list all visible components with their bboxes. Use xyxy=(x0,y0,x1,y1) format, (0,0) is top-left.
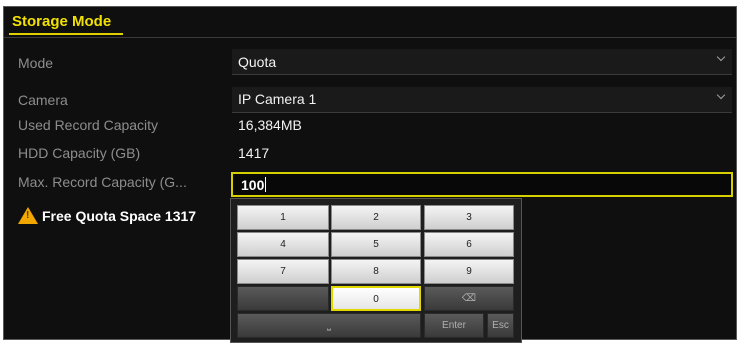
key-6[interactable]: 6 xyxy=(424,232,514,257)
camera-label: Camera xyxy=(18,92,68,108)
camera-dropdown[interactable]: IP Camera 1 xyxy=(232,87,732,113)
mode-label: Mode xyxy=(18,55,54,71)
chevron-down-icon xyxy=(718,54,726,62)
mode-value: Quota xyxy=(238,54,277,70)
backspace-key[interactable]: ⌫ xyxy=(424,286,514,311)
key-4[interactable]: 4 xyxy=(237,232,329,257)
text-caret xyxy=(265,177,267,192)
page-title: Storage Mode xyxy=(12,13,112,30)
header-divider xyxy=(4,37,736,38)
space-icon: ⎵ xyxy=(327,320,331,331)
key-3[interactable]: 3 xyxy=(424,205,514,230)
mode-dropdown[interactable]: Quota xyxy=(232,49,732,75)
key-8[interactable]: 8 xyxy=(331,259,421,284)
title-underline xyxy=(9,33,123,35)
backspace-icon: ⌫ xyxy=(461,293,477,304)
space-key[interactable]: ⎵ xyxy=(237,313,421,338)
key-2[interactable]: 2 xyxy=(331,205,421,230)
esc-key[interactable]: Esc xyxy=(487,313,514,338)
storage-mode-panel: Storage Mode Mode Quota Camera IP Camera… xyxy=(3,6,737,343)
max-capacity-input[interactable]: 100 xyxy=(231,172,733,197)
enter-key[interactable]: Enter xyxy=(424,313,484,338)
key-7[interactable]: 7 xyxy=(237,259,329,284)
used-capacity-value: 16,384MB xyxy=(238,117,302,133)
max-capacity-label: Max. Record Capacity (G... xyxy=(18,174,187,190)
hdd-capacity-value: 1417 xyxy=(238,145,270,161)
key-0[interactable]: 0 xyxy=(331,286,421,311)
camera-value: IP Camera 1 xyxy=(238,91,317,107)
used-capacity-label: Used Record Capacity xyxy=(18,117,159,133)
key-blank[interactable] xyxy=(237,286,329,311)
key-5[interactable]: 5 xyxy=(331,232,421,257)
free-quota-text: Free Quota Space 1317 xyxy=(42,207,197,224)
warning-icon xyxy=(18,207,38,224)
key-1[interactable]: 1 xyxy=(237,205,329,230)
numeric-keypad: 1 2 3 4 5 6 7 8 9 0 ⌫ ⎵ Enter Esc xyxy=(230,198,522,343)
hdd-capacity-label: HDD Capacity (GB) xyxy=(18,145,141,161)
chevron-down-icon xyxy=(718,92,726,100)
max-capacity-value: 100 xyxy=(241,177,265,193)
free-quota-warning: Free Quota Space 1317 xyxy=(18,207,196,224)
key-9[interactable]: 9 xyxy=(424,259,514,284)
